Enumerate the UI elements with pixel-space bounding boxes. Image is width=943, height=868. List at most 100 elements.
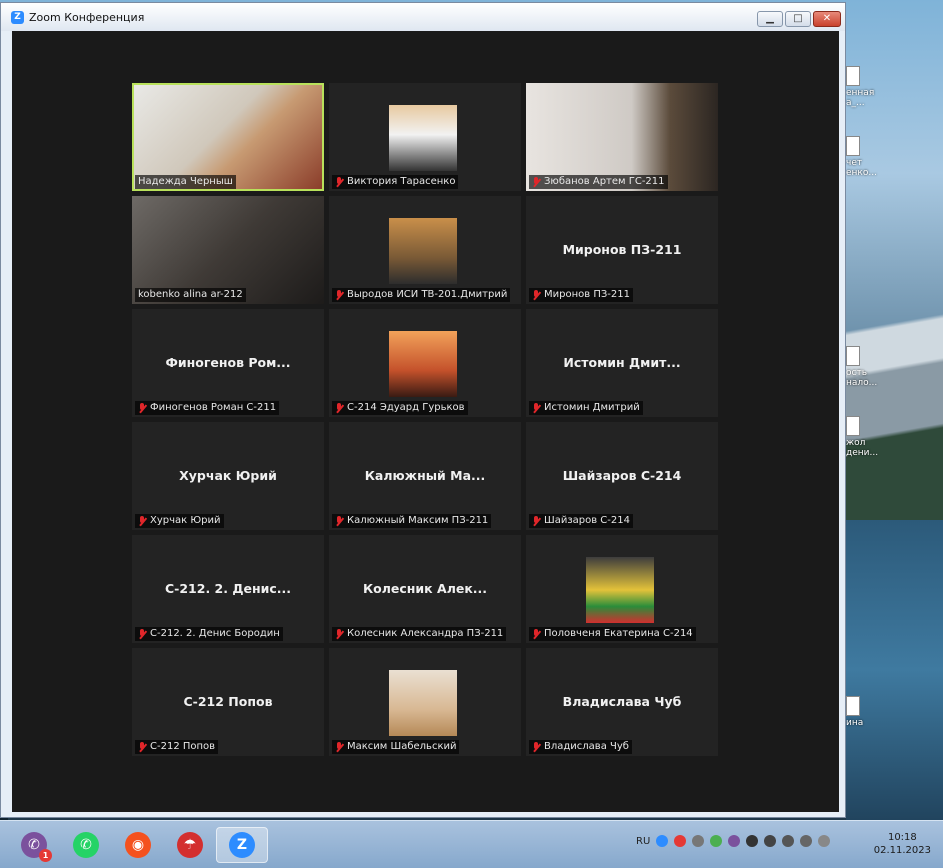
participant-name-label: Миронов ПЗ-211 [529,288,633,302]
mic-muted-icon [335,176,344,188]
mic-muted-icon [138,628,147,640]
participant-video [134,85,322,189]
mic-muted-icon [532,176,541,188]
participant-tile[interactable]: Хурчак Юрий Хурчак Юрий [132,422,324,530]
participant-tile[interactable]: Виктория Тарасенко [329,83,521,191]
taskbar-app-screen-recorder[interactable]: ◉ [112,827,164,863]
participant-name: Владислава Чуб [544,741,629,752]
participant-display-name: Владислава Чуб [562,694,682,709]
participant-name-label: Половченя Екатерина С-214 [529,627,696,641]
participant-name-label: С-212 Попов [135,740,219,754]
participant-name: Зюбанов Артем ГС-211 [544,176,665,187]
viber-icon: ✆ 1 [21,832,52,862]
participant-name-label: С-212. 2. Денис Бородин [135,627,283,641]
mic-muted-icon [532,289,541,301]
participant-tile[interactable]: Финогенов Ром... Финогенов Роман С-211 [132,309,324,417]
mic-muted-icon [335,628,344,640]
viber-tray-icon[interactable] [728,835,741,847]
close-button[interactable]: ✕ [813,11,841,27]
participant-tile[interactable]: Шайзаров С-214 Шайзаров С-214 [526,422,718,530]
participant-name-label: Истомин Дмитрий [529,401,643,415]
desktop-shortcut-label: енная а_... [846,88,875,108]
mic-muted-icon [335,402,344,414]
participant-name-label: Финогенов Роман С-211 [135,401,280,415]
participant-video [389,670,457,736]
desktop-shortcut[interactable]: жол дени... [846,416,943,458]
participant-name-label: kobenko alina ar-212 [135,288,246,302]
participant-name-label: Шайзаров С-214 [529,514,633,528]
participant-display-name: С-212 Попов [183,694,273,709]
zoom-tray-icon[interactable] [656,835,669,847]
document-icon [846,136,860,156]
tray-app-icon[interactable] [692,835,705,847]
mic-muted-icon [138,741,147,753]
maximize-button[interactable]: □ [785,11,811,27]
flag-icon[interactable] [818,835,831,847]
whatsapp-glyph: ✆ [80,837,92,853]
participant-display-name: Хурчак Юрий [179,468,277,483]
taskbar: ✆ 1 ✆ ◉ ☂ Z RU 10:18 02.11.2023 [0,820,943,868]
participant-name-label: Владислава Чуб [529,740,632,754]
participant-tile[interactable]: kobenko alina ar-212 [132,196,324,304]
yandex-tray-icon[interactable] [674,835,687,847]
window-titlebar[interactable]: Z Zoom Конференция ▁ □ ✕ [1,3,845,31]
participant-display-name: Колесник Алек... [362,581,488,596]
participant-tile[interactable]: Колесник Алек... Колесник Александра ПЗ-2… [329,535,521,643]
desktop-wallpaper-lake [846,520,943,820]
notification-badge: 1 [39,849,52,862]
participant-tile[interactable]: Выродов ИСИ ТВ-201.Дмитрий [329,196,521,304]
participant-tile[interactable]: Максим Шабельский [329,648,521,756]
participant-tile[interactable]: Владислава Чуб Владислава Чуб [526,648,718,756]
participant-display-name: Финогенов Ром... [165,355,291,370]
taskbar-app-viber[interactable]: ✆ 1 [8,827,60,863]
zoom-glyph: Z [236,837,248,853]
participant-name: Половченя Екатерина С-214 [544,628,693,639]
volume-icon[interactable] [764,835,777,847]
window-controls: ▁ □ ✕ [757,11,841,27]
umbrella-app-glyph: ☂ [183,837,197,853]
participant-tile[interactable]: Калюжный Ма... Калюжный Максим ПЗ-211 [329,422,521,530]
participant-name-label: Надежда Черныш [135,175,236,189]
window-title: Zoom Конференция [29,10,145,24]
participant-name: Шайзаров С-214 [544,515,630,526]
participant-name: Виктория Тарасенко [347,176,456,187]
taskbar-app-zoom[interactable]: Z [216,827,268,863]
participant-name: Колесник Александра ПЗ-211 [347,628,504,639]
taskbar-app-whatsapp[interactable]: ✆ [60,827,112,863]
participant-name: Миронов ПЗ-211 [544,289,630,300]
mic-muted-icon [532,628,541,640]
participant-tile[interactable]: С-214 Эдуард Гурьков [329,309,521,417]
participant-name: Истомин Дмитрий [544,402,640,413]
clock-date: 02.11.2023 [873,845,931,856]
participant-name-label: Максим Шабельский [332,740,460,754]
participant-tile[interactable]: С-212 Попов С-212 Попов [132,648,324,756]
participant-tile[interactable]: Миронов ПЗ-211 Миронов ПЗ-211 [526,196,718,304]
participant-tile[interactable]: Истомин Дмит... Истомин Дмитрий [526,309,718,417]
network-icon[interactable] [782,835,795,847]
participant-tile[interactable]: Половченя Екатерина С-214 [526,535,718,643]
whatsapp-icon: ✆ [73,832,99,858]
participant-name: Финогенов Роман С-211 [150,402,277,413]
desktop-shortcut[interactable]: ина [846,696,943,728]
participant-tile[interactable]: С-212. 2. Денис... С-212. 2. Денис Бороди… [132,535,324,643]
desktop-shortcut-label: чет енко... [846,158,877,178]
participant-tile[interactable]: Надежда Черныш [132,83,324,191]
tray-app-icon[interactable] [746,835,759,847]
participant-display-name: С-212. 2. Денис... [164,581,291,596]
language-indicator[interactable]: RU [636,836,650,847]
desktop-shortcut[interactable]: чет енко... [846,136,943,178]
participant-name: Надежда Черныш [138,176,233,187]
taskbar-app-umbrella-app[interactable]: ☂ [164,827,216,863]
participant-display-name: Миронов ПЗ-211 [562,242,682,257]
participant-tile[interactable]: Зюбанов Артем ГС-211 [526,83,718,191]
security-tray-icon[interactable] [710,835,723,847]
mic-muted-icon [335,515,344,527]
tray-app-icon[interactable] [800,835,813,847]
participant-name: С-214 Эдуард Гурьков [347,402,465,413]
document-icon [846,696,860,716]
desktop-shortcut[interactable]: енная а_... [846,66,943,108]
system-tray: RU [636,835,831,847]
minimize-button[interactable]: ▁ [757,11,783,27]
clock[interactable]: 10:18 02.11.2023 [874,831,931,857]
desktop-shortcut[interactable]: ость нало... [846,346,943,388]
